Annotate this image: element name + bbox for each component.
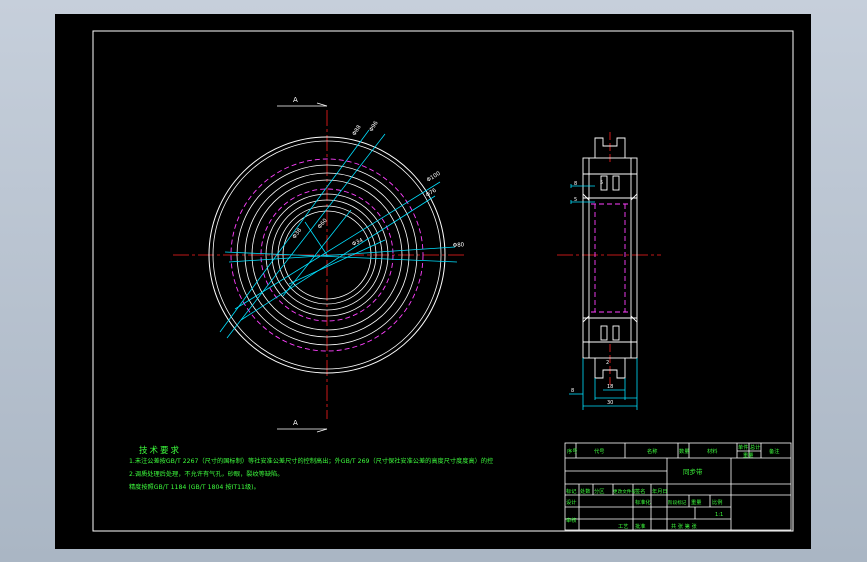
cad-viewport: Φ88 Φ96 Φ100 Φ76 Φ80 Φ60 Φ38 Φ34 A A 8 5… xyxy=(0,0,867,562)
check-approve: 批准 xyxy=(635,522,645,530)
drawing-frame xyxy=(92,30,794,532)
dim-side-3: 18 xyxy=(607,384,613,390)
dim-front-2: Φ100 xyxy=(426,170,442,183)
title-block-text: 序号 代号 名称 数量 材料 单件 总计 重量 备注 同步带 标记 处数 分区 … xyxy=(566,443,779,530)
dim-front-3: Φ76 xyxy=(425,187,438,198)
row-label-docno: 更改文件号 xyxy=(613,488,636,495)
sign-design: 设计 xyxy=(566,498,576,506)
scale-value: 1:1 xyxy=(715,512,723,518)
front-dimension-texts: Φ88 Φ96 Φ100 Φ76 Φ80 Φ60 Φ38 Φ34 xyxy=(292,120,465,249)
tech-requirements-title: 技术要求 xyxy=(139,446,182,456)
drawing-canvas: Φ88 Φ96 Φ100 Φ76 Φ80 Φ60 Φ38 Φ34 A A 8 5… xyxy=(92,30,794,532)
side-profile xyxy=(582,137,638,379)
part-name: 同步带 xyxy=(683,468,703,476)
tech-requirements-line-1: 1.未注公差按GB/T 2267（尺寸的国标制）等社安准公差尺寸的控制高出；外G… xyxy=(129,458,494,465)
front-view: Φ88 Φ96 Φ100 Φ76 Φ80 Φ60 Φ38 Φ34 A A xyxy=(173,96,465,433)
section-label-bottom: A xyxy=(293,419,298,427)
row-label-count: 处数 xyxy=(580,487,591,495)
check-process: 工艺 xyxy=(618,523,628,530)
sign-stage: 阶段标记 xyxy=(668,499,687,506)
section-mark-top: A xyxy=(277,96,328,107)
side-dimension-texts: 8 5 5 18 2 30 8 xyxy=(571,180,613,406)
header-single: 单件 xyxy=(738,443,748,451)
dim-front-6: Φ38 xyxy=(292,227,304,240)
section-mark-bottom: A xyxy=(277,419,328,433)
dim-side-0: 8 xyxy=(574,181,577,187)
dim-front-4: Φ80 xyxy=(453,242,465,249)
tech-requirements-line-2: 2.调质处理后处理，不允许有气孔，砂眼，裂纹等缺陷。 xyxy=(129,471,284,478)
sign-scale: 比例 xyxy=(712,498,722,506)
check-review: 审核 xyxy=(566,516,576,524)
dim-front-7: Φ34 xyxy=(351,237,364,247)
row-label-date: 年月日 xyxy=(652,487,668,495)
header-remark: 备注 xyxy=(769,447,779,455)
side-hidden-lines xyxy=(591,203,629,313)
dim-side-1: 5 xyxy=(574,197,577,203)
row-label-sign: 签名 xyxy=(635,487,645,495)
header-weight: 重量 xyxy=(743,451,753,459)
header-total: 总计 xyxy=(750,443,760,451)
dim-front-0: Φ88 xyxy=(352,124,363,137)
sign-weight: 重量 xyxy=(691,498,701,506)
drawing-sheet[interactable]: Φ88 Φ96 Φ100 Φ76 Φ80 Φ60 Φ38 Φ34 A A 8 5… xyxy=(55,14,811,549)
sheet-info: 共 张 第 张 xyxy=(671,522,698,530)
sign-standard: 标准化 xyxy=(635,498,651,506)
side-view: 8 5 5 18 2 30 8 xyxy=(557,132,661,410)
header-material: 材料 xyxy=(707,447,717,455)
row-label-mark: 标记 xyxy=(566,487,576,495)
dim-side-2: 5 xyxy=(600,180,603,186)
section-label-top: A xyxy=(293,96,298,104)
title-block xyxy=(564,442,792,531)
dim-side-4: 2 xyxy=(606,360,609,366)
header-seq: 序号 xyxy=(567,447,577,455)
header-code: 代号 xyxy=(594,447,604,455)
tech-requirements-line-3: 精度按照GB/T 1184 (GB/T 1804 按IT11级)。 xyxy=(129,484,260,491)
header-qty: 数量 xyxy=(679,447,689,455)
dim-side-5: 30 xyxy=(607,400,613,406)
dim-side-6: 8 xyxy=(571,388,574,394)
row-label-zone: 分区 xyxy=(594,487,604,495)
header-name: 名称 xyxy=(647,447,657,455)
dim-front-1: Φ96 xyxy=(369,120,380,133)
